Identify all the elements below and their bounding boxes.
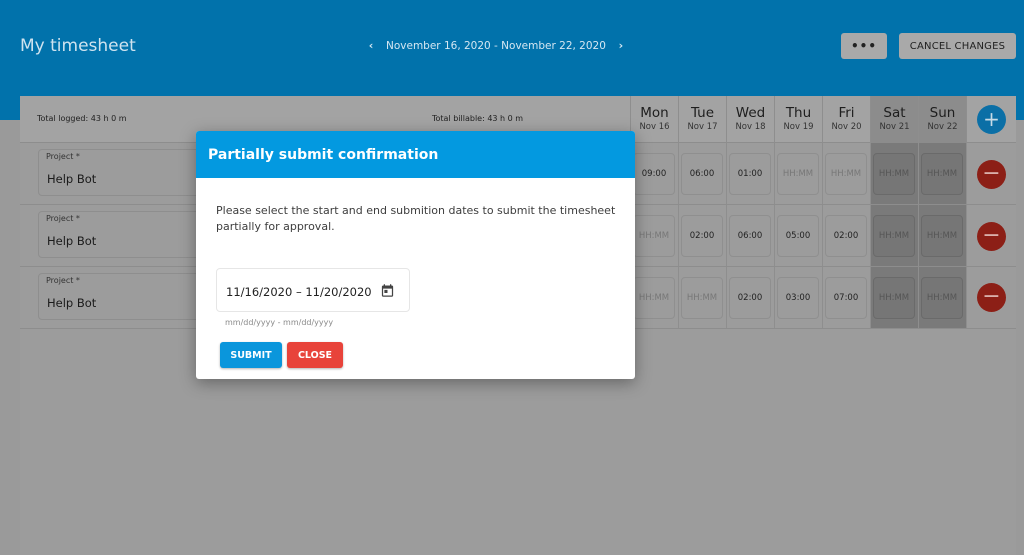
- dialog-message: Please select the start and end submitio…: [216, 204, 616, 233]
- hours-input-wed[interactable]: 06:00: [729, 215, 771, 257]
- hours-input-mon[interactable]: 09:00: [633, 153, 675, 195]
- close-button[interactable]: CLOSE: [287, 342, 343, 368]
- day-header-wed: Wed Nov 18: [726, 96, 774, 143]
- more-options-button[interactable]: •••: [841, 33, 887, 59]
- day-header-sun: Sun Nov 22: [918, 96, 966, 143]
- hours-input-sun[interactable]: HH:MM: [921, 215, 963, 257]
- hours-input-fri[interactable]: 02:00: [825, 215, 867, 257]
- week-navigator: ‹ November 16, 2020 - November 22, 2020 …: [366, 39, 626, 52]
- remove-row-button[interactable]: −: [977, 222, 1006, 251]
- hours-input-wed[interactable]: 01:00: [729, 153, 771, 195]
- hours-input-tue[interactable]: HH:MM: [681, 277, 723, 319]
- day-header-fri: Fri Nov 20: [822, 96, 870, 143]
- hours-input-sat[interactable]: HH:MM: [873, 215, 915, 257]
- hours-input-fri[interactable]: 07:00: [825, 277, 867, 319]
- hours-input-sat[interactable]: HH:MM: [873, 277, 915, 319]
- day-header-sat: Sat Nov 21: [870, 96, 918, 143]
- hours-input-thu[interactable]: 05:00: [777, 215, 819, 257]
- chevron-left-icon[interactable]: ‹: [366, 39, 376, 52]
- week-range: November 16, 2020 - November 22, 2020: [386, 39, 606, 52]
- day-header-mon: Mon Nov 16: [630, 96, 678, 143]
- total-logged: Total logged: 43 h 0 m: [37, 114, 127, 123]
- hours-input-mon[interactable]: HH:MM: [633, 277, 675, 319]
- hours-input-wed[interactable]: 02:00: [729, 277, 771, 319]
- day-header-tue: Tue Nov 17: [678, 96, 726, 143]
- submit-button[interactable]: SUBMIT: [220, 342, 282, 368]
- remove-row-button[interactable]: −: [977, 283, 1006, 312]
- date-range-value: 11/16/2020 – 11/20/2020: [226, 285, 372, 299]
- hours-input-sun[interactable]: HH:MM: [921, 277, 963, 319]
- remove-row-button[interactable]: −: [977, 160, 1006, 189]
- page-title: My timesheet: [20, 36, 136, 56]
- hours-input-sat[interactable]: HH:MM: [873, 153, 915, 195]
- dialog-title: Partially submit confirmation: [196, 131, 635, 178]
- chevron-right-icon[interactable]: ›: [616, 39, 626, 52]
- hours-input-mon[interactable]: HH:MM: [633, 215, 675, 257]
- hours-input-sun[interactable]: HH:MM: [921, 153, 963, 195]
- day-header-thu: Thu Nov 19: [774, 96, 822, 143]
- hours-input-fri[interactable]: HH:MM: [825, 153, 867, 195]
- hours-input-tue[interactable]: 02:00: [681, 215, 723, 257]
- cancel-changes-button[interactable]: CANCEL CHANGES: [899, 33, 1016, 59]
- date-range-input[interactable]: 11/16/2020 – 11/20/2020: [216, 268, 410, 312]
- hours-input-thu[interactable]: 03:00: [777, 277, 819, 319]
- partial-submit-dialog: Partially submit confirmation Please sel…: [196, 131, 635, 379]
- add-row-button[interactable]: +: [977, 105, 1006, 134]
- hours-input-tue[interactable]: 06:00: [681, 153, 723, 195]
- hours-input-thu[interactable]: HH:MM: [777, 153, 819, 195]
- calendar-icon[interactable]: [380, 283, 395, 298]
- total-billable: Total billable: 43 h 0 m: [432, 114, 524, 123]
- date-format-hint: mm/dd/yyyy - mm/dd/yyyy: [225, 318, 334, 327]
